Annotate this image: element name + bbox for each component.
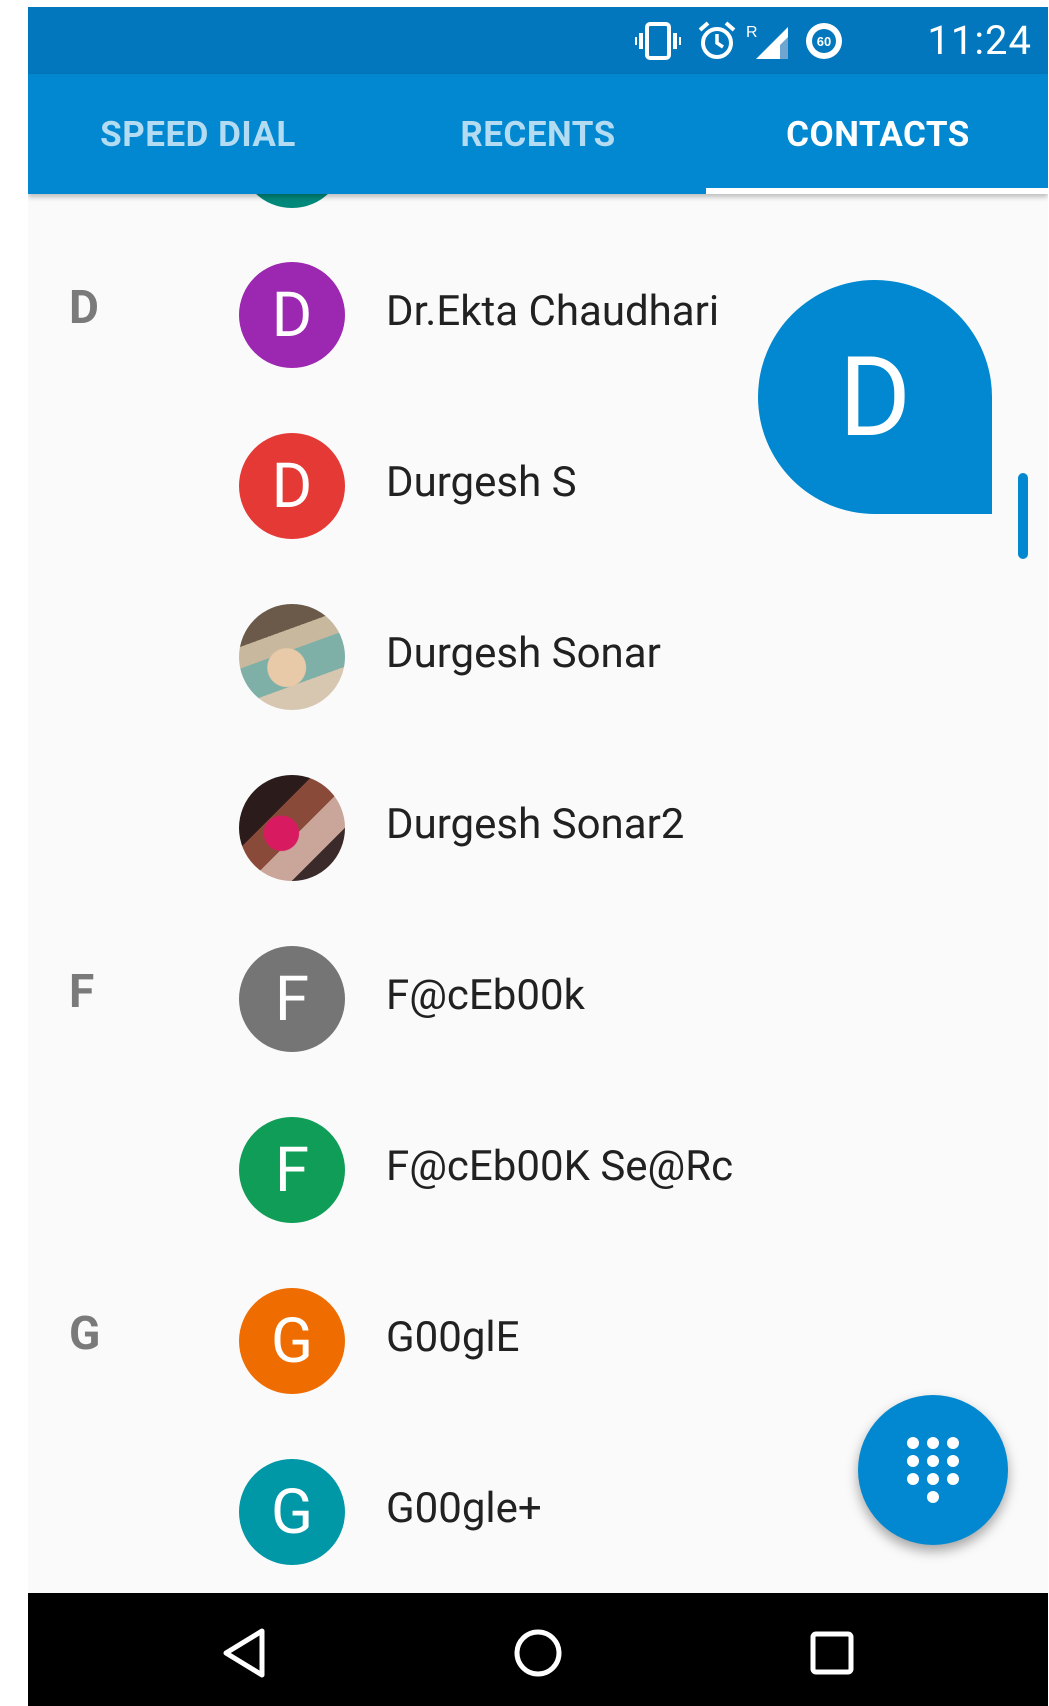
tab-bar: SPEED DIAL RECENTS CONTACTS: [28, 74, 1048, 194]
recents-icon: [810, 1631, 854, 1675]
recents-button[interactable]: [792, 1613, 872, 1693]
avatar[interactable]: F: [239, 1117, 345, 1223]
avatar[interactable]: D: [239, 262, 345, 368]
tab-indicator: [706, 188, 1048, 194]
list-item[interactable]: F F F@cEb00k: [28, 913, 1048, 1084]
roaming-signal-icon: R: [746, 24, 788, 59]
list-item[interactable]: Durgesh Sonar2: [28, 742, 1048, 913]
back-icon: [223, 1628, 265, 1678]
avatar[interactable]: F: [239, 946, 345, 1052]
list-item-partial: [28, 194, 1048, 214]
home-button[interactable]: [498, 1613, 578, 1693]
avatar: [239, 194, 345, 208]
avatar-photo[interactable]: [239, 604, 345, 710]
roaming-label: R: [746, 24, 758, 41]
alarm-icon: [698, 21, 736, 59]
battery-saver-60-icon: 60: [806, 23, 842, 59]
list-item[interactable]: G G G00glE: [28, 1255, 1048, 1426]
list-item[interactable]: Durgesh Sonar: [28, 571, 1048, 742]
section-header: G: [69, 1307, 101, 1361]
contact-name: Durgesh S: [386, 458, 577, 507]
contact-name: Durgesh Sonar: [386, 629, 661, 678]
home-icon: [514, 1629, 562, 1677]
status-bar: R 60 11:24: [28, 7, 1048, 74]
avatar[interactable]: G: [239, 1459, 345, 1565]
status-clock: 11:24: [927, 17, 1032, 64]
tab-contacts[interactable]: CONTACTS: [708, 74, 1048, 194]
navigation-bar: [28, 1593, 1048, 1706]
fast-scroll-bubble: D: [758, 280, 992, 514]
contact-name: F@cEb00k: [386, 971, 585, 1020]
contact-name: F@cEb00K Se@Rc: [386, 1142, 734, 1191]
vibrate-icon: [635, 22, 681, 60]
avatar-photo[interactable]: [239, 775, 345, 881]
contact-name: Dr.Ekta Chaudhari: [386, 287, 720, 336]
avatar[interactable]: D: [239, 433, 345, 539]
phone-screen: R 60 11:24 SPEED DIAL RECENTS CONTACTS D…: [28, 7, 1048, 1706]
tab-speed-dial[interactable]: SPEED DIAL: [28, 74, 368, 194]
dialpad-button[interactable]: [858, 1395, 1008, 1545]
data-saver-label: 60: [817, 34, 831, 49]
section-header: D: [69, 281, 99, 335]
tab-recents[interactable]: RECENTS: [368, 74, 708, 194]
section-header: F: [69, 965, 95, 1019]
contact-name: G00gle+: [386, 1484, 542, 1533]
list-item[interactable]: F F@cEb00K Se@Rc: [28, 1084, 1048, 1255]
fast-scroll-thumb[interactable]: [1018, 473, 1028, 559]
dialpad-icon: [907, 1437, 959, 1503]
contact-name: G00glE: [386, 1313, 520, 1362]
contact-name: Durgesh Sonar2: [386, 800, 685, 849]
back-button[interactable]: [206, 1613, 286, 1693]
avatar[interactable]: G: [239, 1288, 345, 1394]
